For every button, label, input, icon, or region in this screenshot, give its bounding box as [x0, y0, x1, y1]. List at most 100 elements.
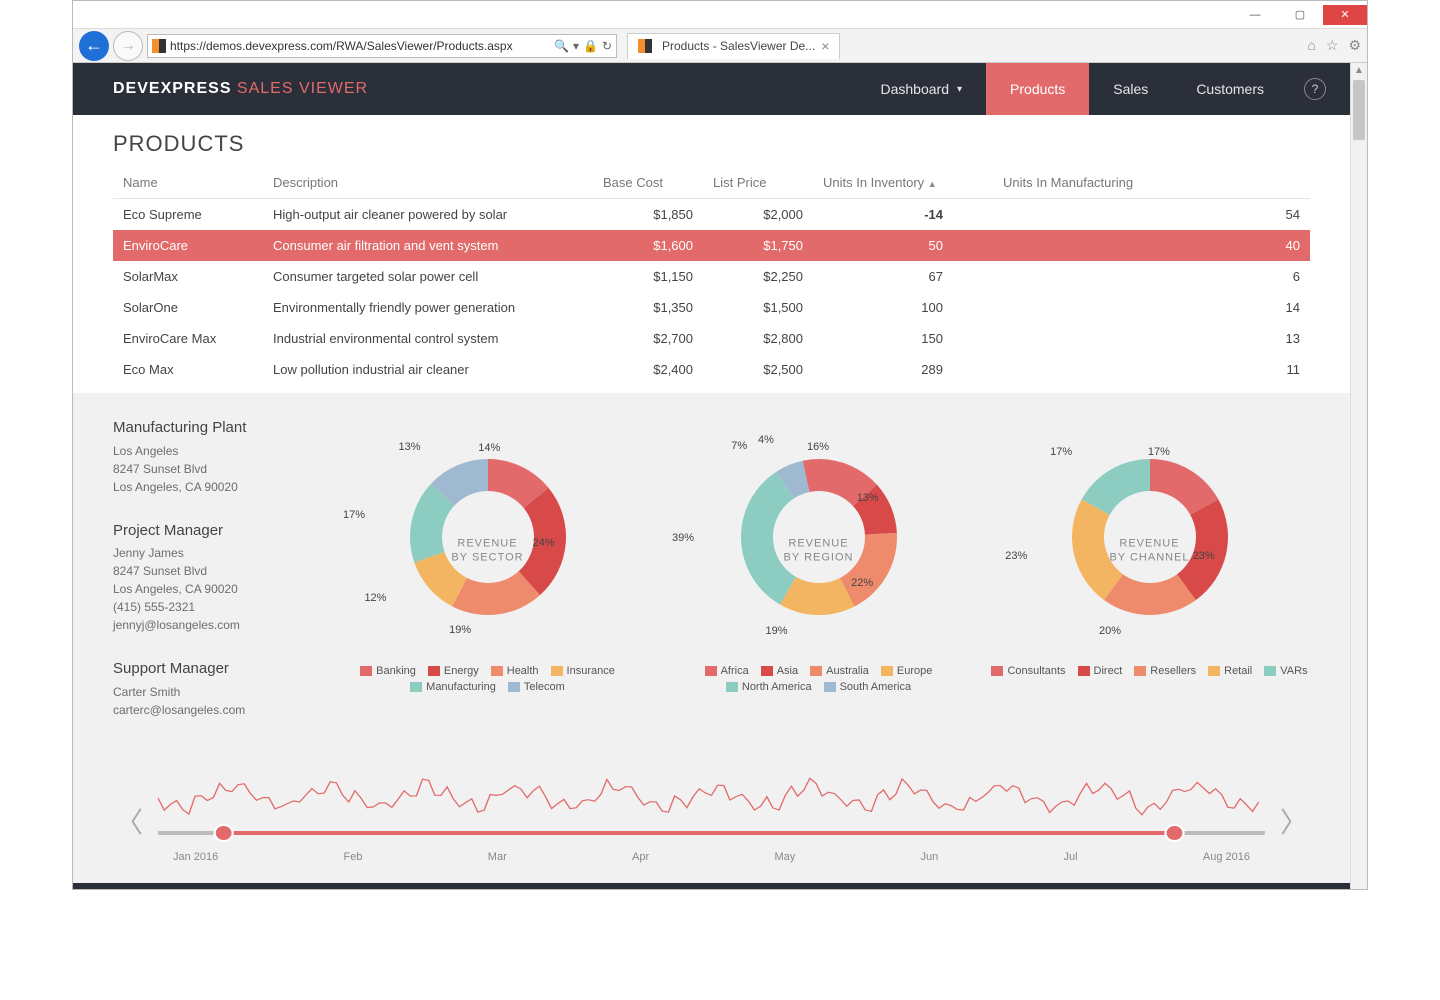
cell-name: SolarOne [113, 292, 263, 323]
page-title: PRODUCTS [113, 131, 1310, 157]
help-button[interactable]: ? [1304, 78, 1326, 100]
donut-channel: REVENUE BY CHANNEL 17%23%20%23%17%Consul… [989, 417, 1310, 693]
legend-swatch-icon [726, 682, 738, 692]
pm-lines: Jenny James8247 Sunset BlvdLos Angeles, … [113, 544, 303, 634]
products-tbody: Eco Supreme High-output air cleaner powe… [113, 199, 1310, 386]
slice-label: 39% [672, 532, 694, 544]
slice-label: 17% [1148, 446, 1170, 458]
range-selector[interactable]: 〈 〉 Jan 2016FebMarAprMayJunJulAug 2016 [73, 767, 1350, 883]
range-tick-label: Jun [921, 851, 939, 863]
cell-manufacturing: 40 [993, 230, 1310, 261]
dropdown-icon[interactable]: ▾ [573, 39, 579, 53]
col-units-manufacturing[interactable]: Units In Manufacturing [993, 167, 1310, 199]
legend-swatch-icon [1208, 666, 1220, 676]
tab-close-button[interactable]: × [821, 38, 829, 54]
nav-forward-button[interactable]: → [113, 31, 143, 61]
donuts-row: REVENUE BY SECTOR 14%24%19%12%17%13%Bank… [327, 417, 1310, 693]
scroll-up-icon[interactable]: ▲ [1354, 65, 1364, 76]
nav-item-sales[interactable]: Sales [1089, 63, 1172, 115]
col-description[interactable]: Description [263, 167, 593, 199]
cell-name: SolarMax [113, 261, 263, 292]
slice-label: 7% [731, 440, 747, 452]
range-handle-left [215, 825, 233, 841]
app-header: DEVEXPRESS SALES VIEWER Dashboard▾Produc… [73, 63, 1350, 115]
col-list-price[interactable]: List Price [703, 167, 813, 199]
cell-inventory: 150 [813, 323, 993, 354]
table-row[interactable]: Eco Supreme High-output air cleaner powe… [113, 199, 1310, 231]
table-row[interactable]: Eco Max Low pollution industrial air cle… [113, 354, 1310, 385]
address-bar[interactable]: 🔍 ▾ 🔒 ↻ [147, 34, 617, 58]
legend-item: Banking [360, 665, 416, 677]
legend: BankingEnergyHealthInsuranceManufacturin… [327, 665, 648, 693]
vertical-scrollbar[interactable]: ▲ [1350, 63, 1367, 889]
scroll-thumb[interactable] [1353, 80, 1365, 140]
nav-back-button[interactable]: ← [79, 31, 109, 61]
legend-item: Consultants [991, 665, 1065, 677]
legend-item: Europe [881, 665, 932, 677]
slice-label: 17% [1050, 446, 1072, 458]
settings-icon[interactable]: ⚙ [1348, 37, 1361, 54]
url-input[interactable] [170, 39, 554, 53]
lock-icon: 🔒 [583, 39, 598, 53]
col-name[interactable]: Name [113, 167, 263, 199]
sparkline [158, 778, 1259, 815]
table-row[interactable]: SolarMax Consumer targeted solar power c… [113, 261, 1310, 292]
legend-swatch-icon [551, 666, 563, 676]
legend-swatch-icon [705, 666, 717, 676]
arrow-right-icon: → [120, 37, 136, 55]
legend-item: Insurance [551, 665, 615, 677]
legend-swatch-icon [761, 666, 773, 676]
home-icon[interactable]: ⌂ [1307, 37, 1315, 54]
slice-label: 20% [1099, 625, 1121, 637]
window-close-button[interactable]: ✕ [1323, 5, 1367, 25]
cell-list-price: $1,500 [703, 292, 813, 323]
legend-swatch-icon [491, 666, 503, 676]
nav-item-products[interactable]: Products [986, 63, 1089, 115]
tab-title: Products - SalesViewer De... [662, 39, 815, 53]
legend-item: Asia [761, 665, 798, 677]
cell-base-cost: $1,850 [593, 199, 703, 231]
products-table: Name Description Base Cost List Price Un… [113, 167, 1310, 385]
range-prev-button[interactable]: 〈 [115, 801, 143, 841]
range-tick-label: Apr [632, 851, 649, 863]
legend-swatch-icon [881, 666, 893, 676]
bottom-accent-bar [73, 883, 1350, 889]
legend-item: Direct [1078, 665, 1123, 677]
table-row[interactable]: SolarOne Environmentally friendly power … [113, 292, 1310, 323]
legend-item: South America [824, 681, 912, 693]
legend-item: Telecom [508, 681, 565, 693]
cell-desc: Low pollution industrial air cleaner [263, 354, 593, 385]
sort-asc-icon: ▲ [928, 179, 937, 189]
slice-label: 17% [343, 509, 365, 521]
range-tick-label: Jul [1064, 851, 1078, 863]
browser-toolbar: ← → 🔍 ▾ 🔒 ↻ Products - SalesViewer De...… [73, 29, 1367, 63]
range-next-button[interactable]: 〉 [1280, 801, 1308, 841]
browser-tab[interactable]: Products - SalesViewer De... × [627, 33, 840, 59]
legend-item: Africa [705, 665, 749, 677]
cell-inventory: 100 [813, 292, 993, 323]
col-base-cost[interactable]: Base Cost [593, 167, 703, 199]
search-icon[interactable]: 🔍 [554, 39, 569, 53]
legend-item: Australia [810, 665, 869, 677]
cell-desc: Consumer targeted solar power cell [263, 261, 593, 292]
col-units-inventory[interactable]: Units In Inventory ▲ [813, 167, 993, 199]
nav-item-dashboard[interactable]: Dashboard▾ [857, 63, 987, 115]
slice-label: 23% [1005, 550, 1027, 562]
cell-base-cost: $2,700 [593, 323, 703, 354]
table-row[interactable]: EnviroCare Max Industrial environmental … [113, 323, 1310, 354]
window-maximize-button[interactable]: ▢ [1278, 5, 1322, 25]
nav-item-customers[interactable]: Customers [1172, 63, 1288, 115]
donut-region: REVENUE BY REGION 16%13%22%19%39%7%4%Afr… [658, 417, 979, 693]
range-tick-label: May [774, 851, 795, 863]
donut-title: REVENUE BY SECTOR [451, 537, 523, 566]
cell-manufacturing: 14 [993, 292, 1310, 323]
window-minimize-button[interactable]: — [1233, 5, 1277, 25]
legend-swatch-icon [1078, 666, 1090, 676]
refresh-icon[interactable]: ↻ [602, 39, 612, 53]
legend-item: Health [491, 665, 539, 677]
favorites-icon[interactable]: ☆ [1326, 37, 1339, 54]
cell-list-price: $2,250 [703, 261, 813, 292]
cell-list-price: $2,500 [703, 354, 813, 385]
range-tick-label: Jan 2016 [173, 851, 218, 863]
table-row[interactable]: EnviroCare Consumer air filtration and v… [113, 230, 1310, 261]
